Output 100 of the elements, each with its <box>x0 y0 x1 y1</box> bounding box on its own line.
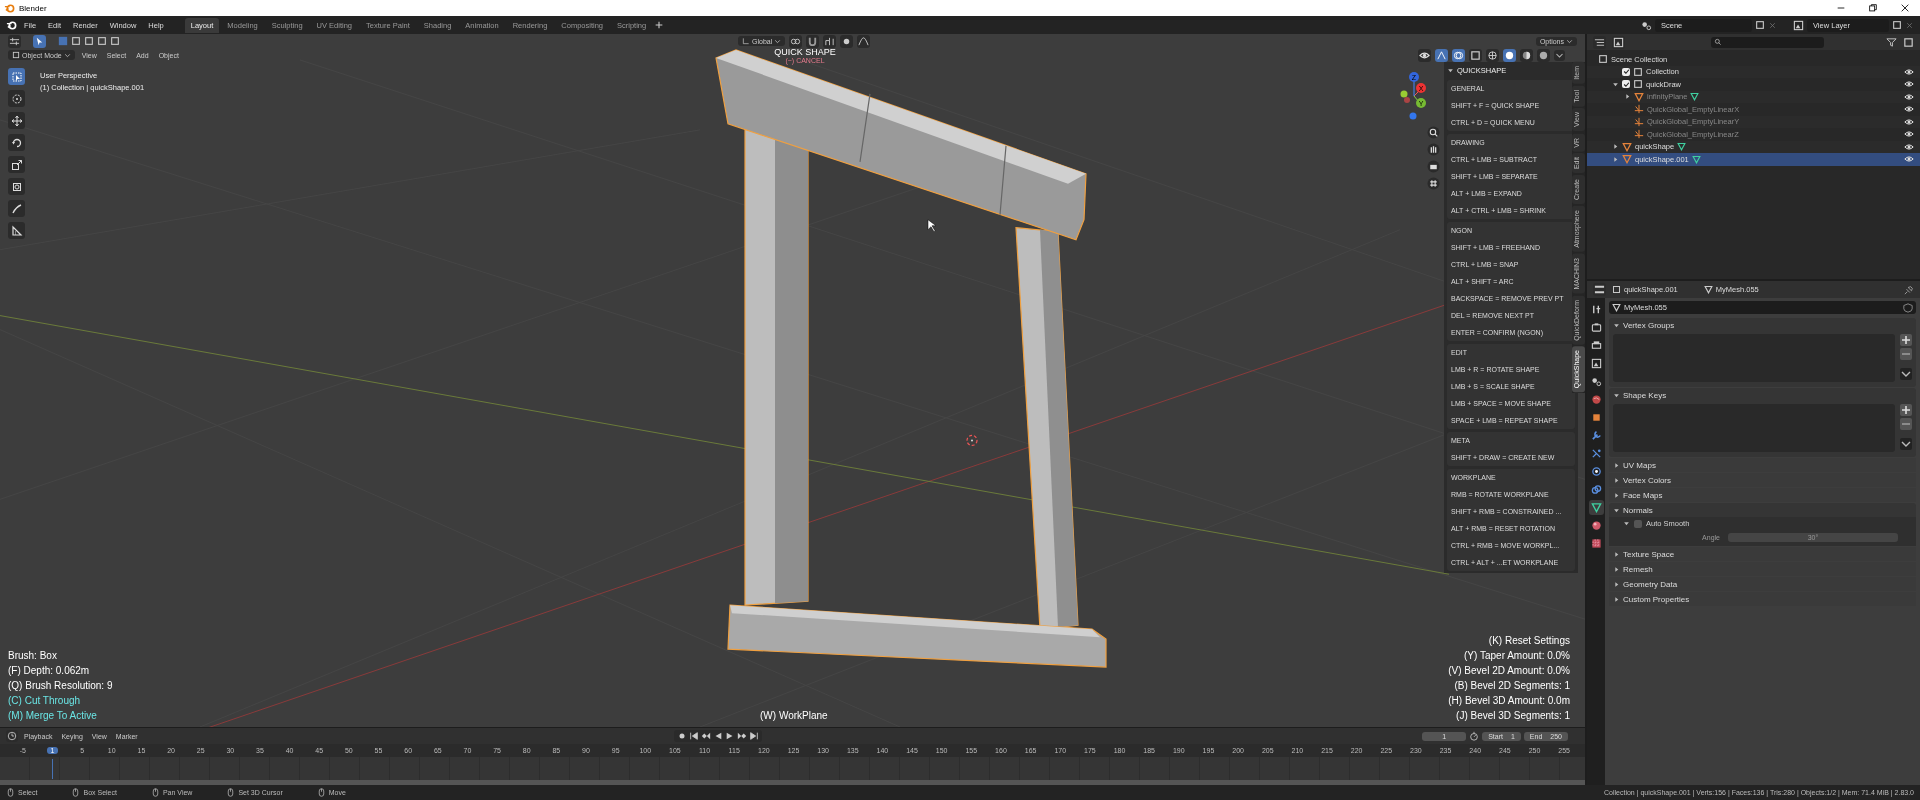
scene-icon[interactable] <box>1641 19 1652 31</box>
app-logo-icon <box>4 2 15 14</box>
disclosure-triangle-icon[interactable] <box>1623 520 1630 527</box>
extend-selection-icon[interactable] <box>71 36 81 46</box>
tool-button[interactable] <box>8 178 25 195</box>
close-icon[interactable] <box>1900 3 1910 13</box>
magnet-icon[interactable] <box>807 35 819 47</box>
editor-type-icon[interactable] <box>9 35 20 47</box>
mesh-data-icon <box>1612 303 1621 312</box>
eye-icon[interactable] <box>1904 116 1914 127</box>
fake-user-icon[interactable] <box>1903 302 1913 313</box>
stopwatch-icon[interactable] <box>1469 731 1480 741</box>
solid-shading-icon[interactable] <box>1504 49 1515 61</box>
playhead-line[interactable] <box>52 759 54 779</box>
panel-header[interactable]: Normals <box>1609 503 1916 517</box>
properties-tab[interactable] <box>1588 500 1604 515</box>
specials-button[interactable] <box>1900 438 1912 450</box>
object-mode-icon <box>12 51 20 59</box>
material-shading-icon[interactable] <box>1521 49 1532 61</box>
camera-icon[interactable] <box>1427 160 1440 173</box>
filter-icon[interactable] <box>1886 36 1897 48</box>
jump-end-icon[interactable] <box>748 731 759 741</box>
eye-icon[interactable] <box>1904 141 1914 152</box>
panel-header[interactable]: Face Maps <box>1609 488 1916 502</box>
clock-icon[interactable] <box>7 731 17 741</box>
transform-tool-icon <box>10 180 23 193</box>
eye-icon[interactable] <box>1904 104 1914 115</box>
timeline-track[interactable] <box>0 757 1585 785</box>
disclosure-triangle-icon[interactable] <box>1612 155 1619 163</box>
next-keyframe-icon[interactable] <box>736 731 747 741</box>
visibility-checkbox[interactable] <box>1622 67 1630 76</box>
new-collection-icon[interactable] <box>1903 36 1914 48</box>
editor-type-icon[interactable] <box>1594 284 1605 295</box>
panel-header[interactable]: Vertex Colors <box>1609 473 1916 487</box>
tool-button[interactable] <box>8 112 25 129</box>
search-field[interactable] <box>1711 36 1824 48</box>
view-layer-icon[interactable] <box>1793 19 1804 31</box>
eye-icon[interactable] <box>1904 129 1914 140</box>
checkbox[interactable] <box>1634 519 1642 528</box>
display-mode-icon[interactable] <box>1613 36 1624 48</box>
disclosure-triangle-icon[interactable] <box>1612 80 1619 88</box>
add-button[interactable] <box>1900 334 1912 346</box>
tool-button[interactable] <box>8 156 25 173</box>
tool-button[interactable] <box>8 68 25 85</box>
play-icon[interactable] <box>724 731 735 741</box>
disclosure-triangle-icon[interactable] <box>1447 67 1454 74</box>
annotate-tool-icon <box>10 202 23 215</box>
app-logo-icon[interactable] <box>6 19 17 31</box>
disclosure-triangle-icon[interactable] <box>1624 93 1631 101</box>
panel-header[interactable]: Custom Properties <box>1609 592 1916 606</box>
mesh-object-icon <box>1634 91 1644 102</box>
rendered-shading-icon[interactable] <box>1538 49 1549 61</box>
data-icon <box>1590 502 1602 513</box>
panel-header[interactable]: Texture Space <box>1609 547 1916 561</box>
tool-button[interactable] <box>8 90 25 107</box>
panel-header[interactable]: Remesh <box>1609 562 1916 576</box>
eye-icon[interactable] <box>1904 79 1914 90</box>
specials-button[interactable] <box>1900 368 1912 380</box>
empty-object-icon <box>1634 104 1644 115</box>
overlays-icon[interactable] <box>1453 49 1464 61</box>
mesh-data-icon <box>1690 92 1700 102</box>
wireframe-shading-icon[interactable] <box>1487 49 1498 61</box>
zoom-icon[interactable] <box>1427 126 1440 139</box>
copy-icon[interactable] <box>1892 20 1902 30</box>
intersect-selection-icon[interactable] <box>110 36 120 46</box>
add-button[interactable] <box>1900 404 1912 416</box>
pin-icon[interactable] <box>1904 284 1914 295</box>
remove-button[interactable] <box>1900 418 1912 430</box>
editor-type-icon[interactable] <box>1594 36 1605 48</box>
remove-button[interactable] <box>1900 348 1912 360</box>
gizmo-icon[interactable] <box>1436 49 1447 61</box>
previous-keyframe-icon[interactable] <box>700 731 711 741</box>
mouse-icon <box>150 788 160 797</box>
visibility-checkbox[interactable] <box>1622 80 1630 89</box>
restore-icon[interactable] <box>1868 3 1878 13</box>
eye-icon[interactable] <box>1904 154 1914 165</box>
mouse-pointer-icon <box>927 219 937 232</box>
xray-icon[interactable] <box>1470 49 1481 61</box>
subtract-selection-icon[interactable] <box>84 36 94 46</box>
falloff-curve-icon[interactable] <box>858 35 870 47</box>
grid-icon[interactable] <box>1427 177 1440 190</box>
disclosure-triangle-icon[interactable] <box>1612 143 1619 151</box>
invert-selection-icon[interactable] <box>97 36 107 46</box>
select-tool-icon <box>10 70 23 83</box>
copy-icon[interactable] <box>1755 20 1765 30</box>
eye-icon[interactable] <box>1904 91 1914 102</box>
disclosure-triangle-icon <box>1613 321 1620 329</box>
window-title: Blender <box>19 3 47 13</box>
snap-increment-icon[interactable] <box>824 35 836 47</box>
eye-icon[interactable] <box>1904 66 1914 77</box>
tool-button[interactable] <box>8 200 25 217</box>
hand-icon[interactable] <box>1427 143 1440 156</box>
object-icon <box>1612 285 1621 294</box>
tool-button[interactable] <box>8 134 25 151</box>
panel-header[interactable]: Geometry Data <box>1609 577 1916 591</box>
mouse-icon <box>6 788 15 797</box>
panel-header[interactable]: UV Maps <box>1609 458 1916 472</box>
tool-button[interactable] <box>8 222 25 239</box>
add-workspace-icon[interactable] <box>654 20 665 30</box>
jump-start-icon[interactable] <box>688 731 699 741</box>
